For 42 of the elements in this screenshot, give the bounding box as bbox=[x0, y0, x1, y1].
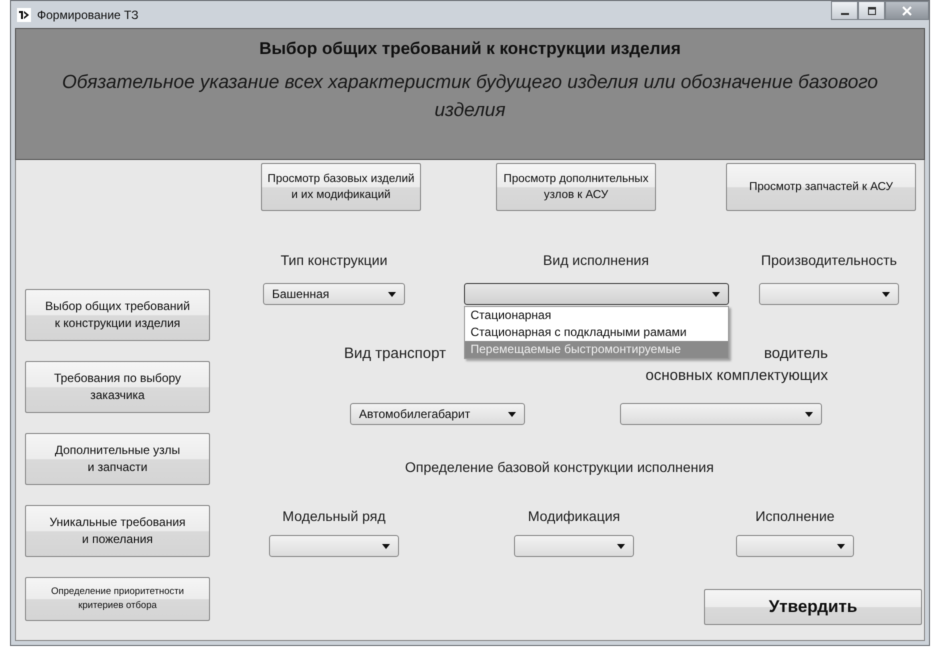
close-icon bbox=[901, 6, 913, 16]
nav-button[interactable]: Уникальные требования и пожелания bbox=[25, 505, 210, 557]
view-button[interactable]: Просмотр дополнительных узлов к АСУ bbox=[496, 163, 656, 211]
section-title: Определение базовой конструкции исполнения bbox=[405, 459, 715, 475]
dropdown[interactable]: Автомобилегабарит bbox=[350, 403, 525, 425]
close-button[interactable] bbox=[885, 1, 929, 20]
app-icon bbox=[17, 8, 31, 22]
caret-icon bbox=[382, 544, 390, 548]
field-label: Тип конструкции bbox=[280, 251, 388, 270]
dropdown-option[interactable]: Стационарная bbox=[464, 307, 728, 324]
header-subtitle: Обязательное указание всех характеристик будущего изделия или обозначение базового изделия bbox=[61, 71, 879, 123]
caret-icon bbox=[617, 544, 625, 548]
nav-button[interactable]: Требования по выбору заказчика bbox=[25, 361, 210, 413]
submit-button[interactable]: Утвердить bbox=[704, 589, 922, 625]
nav-button[interactable]: Дополнительные узлы и запчасти bbox=[25, 433, 210, 485]
caret-icon bbox=[882, 292, 890, 296]
maximize-icon bbox=[866, 6, 878, 16]
field-label: Исполнение bbox=[755, 507, 835, 526]
field-label: основных комплектующих bbox=[645, 366, 828, 386]
caret-icon bbox=[508, 412, 516, 416]
caret-icon bbox=[712, 292, 720, 296]
dropdown-option[interactable]: Стационарная с подкладными рамами bbox=[464, 324, 728, 341]
nav-button[interactable]: Определение приоритетности критериев отбора bbox=[25, 577, 210, 621]
caret-icon bbox=[805, 412, 813, 416]
field-label: водитель bbox=[764, 344, 828, 364]
header-title: Выбор общих требований к конструкции изделия bbox=[259, 39, 681, 59]
view-button[interactable]: Просмотр базовых изделий и их модификаций bbox=[261, 163, 421, 211]
dropdown[interactable]: Башенная bbox=[263, 283, 405, 305]
minimize-icon bbox=[840, 12, 848, 14]
field-label: Производительность bbox=[761, 251, 897, 270]
maximize-button[interactable] bbox=[858, 1, 885, 20]
view-button[interactable]: Просмотр запчастей к АСУ bbox=[726, 163, 916, 211]
field-label: Модельный ряд bbox=[282, 507, 386, 526]
minimize-button[interactable] bbox=[831, 1, 858, 20]
caret-icon bbox=[837, 544, 845, 548]
caret-icon bbox=[388, 292, 396, 296]
window-title: Формирование ТЗ bbox=[37, 8, 140, 22]
field-label: Вид исполнения bbox=[543, 251, 649, 270]
dropdown[interactable] bbox=[464, 283, 728, 305]
field-label: Модификация bbox=[528, 507, 620, 526]
field-label: Вид транспорт bbox=[344, 344, 446, 364]
nav-button[interactable]: Выбор общих требований к конструкции изделия bbox=[25, 289, 210, 341]
